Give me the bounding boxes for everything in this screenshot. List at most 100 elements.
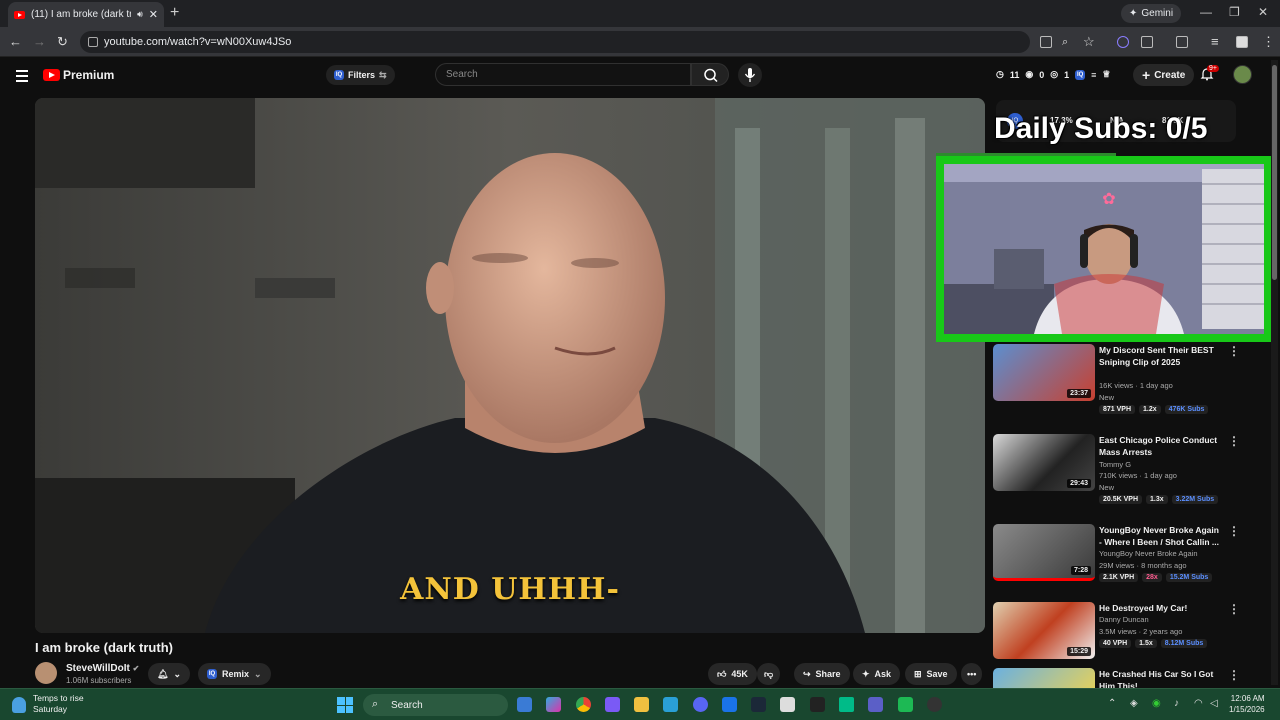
video-player[interactable]: AND UHHH- bbox=[35, 98, 985, 633]
reading-list-icon[interactable]: ≡ bbox=[1211, 35, 1219, 49]
tray-icon[interactable]: ◉ bbox=[1152, 698, 1161, 709]
app-icon[interactable] bbox=[605, 697, 620, 712]
recommendation-title[interactable]: East Chicago Police Conduct Mass Arrests bbox=[1099, 434, 1219, 458]
steam-icon[interactable] bbox=[751, 697, 766, 712]
scrollbar-thumb[interactable] bbox=[1272, 65, 1277, 280]
restore-icon[interactable]: ❐ bbox=[1229, 5, 1240, 19]
task-view-icon[interactable] bbox=[517, 697, 532, 712]
weather-widget[interactable]: Temps to rise Saturday bbox=[33, 693, 84, 715]
search-button[interactable] bbox=[691, 63, 729, 86]
filters-button[interactable]: IQ Filters ⇆ bbox=[326, 65, 395, 85]
duration-badge: 29:43 bbox=[1067, 479, 1091, 488]
dislike-button[interactable]: 👎︎ bbox=[757, 663, 781, 685]
remix-button[interactable]: IQ Remix ⌄ bbox=[198, 663, 271, 685]
like-button[interactable]: 👍︎ 45K bbox=[708, 663, 757, 685]
subs-chip: 15.2M Subs bbox=[1165, 573, 1213, 582]
stats-chips: 2.1K VPH 28x 15.2M Subs bbox=[1099, 573, 1213, 582]
recommendation-channel[interactable]: Tommy G bbox=[1099, 460, 1131, 469]
chrome-icon[interactable] bbox=[576, 697, 591, 712]
extension-icon[interactable] bbox=[1117, 36, 1129, 48]
save-button[interactable]: ⊞ Save bbox=[905, 663, 957, 685]
channel-name[interactable]: SteveWillDoIt ✔ bbox=[66, 663, 139, 674]
volume-icon[interactable]: ◁ bbox=[1210, 698, 1218, 709]
more-vertical-icon[interactable]: ⋮ bbox=[1228, 668, 1240, 682]
reload-icon[interactable]: ↻ bbox=[57, 35, 68, 49]
more-vertical-icon[interactable]: ⋮ bbox=[1228, 524, 1240, 538]
tray-chevron-icon[interactable]: ⌃ bbox=[1108, 698, 1116, 709]
video-thumbnail[interactable]: 15:29 bbox=[993, 602, 1095, 659]
taskbar-clock[interactable]: 12:06 AM 1/15/2026 bbox=[1229, 693, 1265, 715]
recommendation-title[interactable]: He Destroyed My Car! bbox=[1099, 602, 1219, 614]
recommendation-channel[interactable]: Danny Duncan bbox=[1099, 615, 1149, 624]
vph-chip: 40 VPH bbox=[1099, 639, 1132, 648]
bookmark-star-icon[interactable]: ☆ bbox=[1083, 35, 1095, 49]
more-vertical-icon[interactable]: ⋮ bbox=[1228, 602, 1240, 616]
gemini-button[interactable]: ✦ Gemini bbox=[1121, 4, 1182, 23]
app-icon[interactable] bbox=[898, 697, 913, 712]
recommendation-channel[interactable]: YoungBoy Never Broke Again bbox=[1099, 549, 1198, 558]
recommendation-title[interactable]: My Discord Sent Their BEST Sniping Clip … bbox=[1099, 344, 1219, 368]
iq-icon[interactable]: IQ bbox=[1075, 69, 1086, 80]
copilot-icon[interactable] bbox=[546, 697, 561, 712]
app-icon[interactable] bbox=[780, 697, 795, 712]
recommendation-title[interactable]: He Crashed His Car So I Got Him This! bbox=[1099, 668, 1219, 688]
excel-icon[interactable] bbox=[839, 697, 854, 712]
video-thumbnail[interactable]: 23:37 bbox=[993, 344, 1095, 401]
photos-icon[interactable] bbox=[722, 697, 737, 712]
share-button[interactable]: ↪ Share bbox=[794, 663, 850, 685]
minimize-icon[interactable]: — bbox=[1200, 5, 1212, 19]
more-vertical-icon[interactable]: ⋮ bbox=[1228, 344, 1240, 358]
zoom-icon[interactable]: ⌕ bbox=[1062, 35, 1068, 49]
video-thumbnail[interactable] bbox=[993, 668, 1095, 688]
windows-start-icon[interactable] bbox=[337, 697, 353, 713]
extensions-puzzle-icon[interactable] bbox=[1141, 36, 1153, 48]
tray-icon[interactable]: ◈ bbox=[1130, 698, 1138, 709]
trophy-icon[interactable]: ♕ bbox=[1102, 69, 1110, 80]
subscribed-bell-button[interactable]: 🔔︎ ⌄ bbox=[148, 663, 190, 685]
weather-icon[interactable] bbox=[12, 697, 26, 713]
teams-icon[interactable] bbox=[868, 697, 883, 712]
cast-icon[interactable] bbox=[1040, 36, 1052, 48]
search-input[interactable]: Search bbox=[435, 63, 691, 86]
youtube-logo[interactable]: Premium bbox=[43, 68, 114, 82]
url-bar[interactable]: youtube.com/watch?v=wN00Xuw4JSo bbox=[80, 31, 1030, 53]
app-icon[interactable] bbox=[810, 697, 825, 712]
microphone-tray-icon[interactable]: ♪ bbox=[1174, 698, 1179, 709]
site-info-icon[interactable] bbox=[88, 37, 98, 47]
discord-icon[interactable] bbox=[693, 697, 708, 712]
notepad-icon[interactable] bbox=[663, 697, 678, 712]
split-view-icon[interactable] bbox=[1176, 36, 1188, 48]
video-thumbnail[interactable]: 7:28 bbox=[993, 524, 1095, 581]
channel-avatar[interactable] bbox=[35, 662, 57, 684]
hamburger-menu-icon[interactable] bbox=[16, 70, 28, 85]
voice-search-button[interactable] bbox=[738, 63, 762, 87]
logo-text: Premium bbox=[63, 68, 115, 82]
menu-kebab-icon[interactable]: ⋮ bbox=[1262, 35, 1275, 49]
ask-button[interactable]: ✦ Ask bbox=[853, 663, 901, 685]
browser-tab[interactable]: (11) I am broke (dark truth) 🔊︎ ✕ bbox=[8, 2, 164, 27]
more-vertical-icon[interactable]: ⋮ bbox=[1228, 434, 1240, 448]
windows-taskbar: Temps to rise Saturday ⌕ Search ⌃ ◈ ◉ ♪ … bbox=[0, 688, 1280, 720]
list-icon[interactable]: ≡ bbox=[1091, 70, 1096, 80]
more-actions-button[interactable]: ••• bbox=[961, 663, 983, 685]
tab-close-icon[interactable]: ✕ bbox=[149, 8, 158, 21]
video-thumbnail[interactable]: 29:43 bbox=[993, 434, 1095, 491]
search-icon bbox=[704, 68, 718, 83]
wifi-icon[interactable]: ◠ bbox=[1194, 698, 1203, 709]
profile-icon[interactable] bbox=[1236, 36, 1248, 48]
file-explorer-icon[interactable] bbox=[634, 697, 649, 712]
create-button[interactable]: + Create bbox=[1133, 64, 1195, 86]
save-label: Save bbox=[926, 669, 948, 679]
forward-icon[interactable]: → bbox=[33, 35, 46, 49]
subscriber-count: 1.06M subscribers bbox=[66, 676, 132, 685]
account-avatar[interactable] bbox=[1233, 65, 1252, 84]
app-icon[interactable] bbox=[927, 697, 942, 712]
back-icon[interactable]: ← bbox=[9, 35, 22, 49]
window-close-icon[interactable]: ✕ bbox=[1258, 5, 1268, 19]
speaker-icon[interactable]: 🔊︎ bbox=[137, 9, 143, 20]
gemini-label: Gemini bbox=[1141, 8, 1174, 19]
recommendation-title[interactable]: YoungBoy Never Broke Again - Where I Bee… bbox=[1099, 524, 1219, 548]
taskbar-search[interactable]: ⌕ Search bbox=[363, 694, 508, 716]
stats-chips: 871 VPH 1.2x 476K Subs bbox=[1099, 405, 1209, 414]
new-tab-button[interactable]: + bbox=[170, 5, 179, 21]
